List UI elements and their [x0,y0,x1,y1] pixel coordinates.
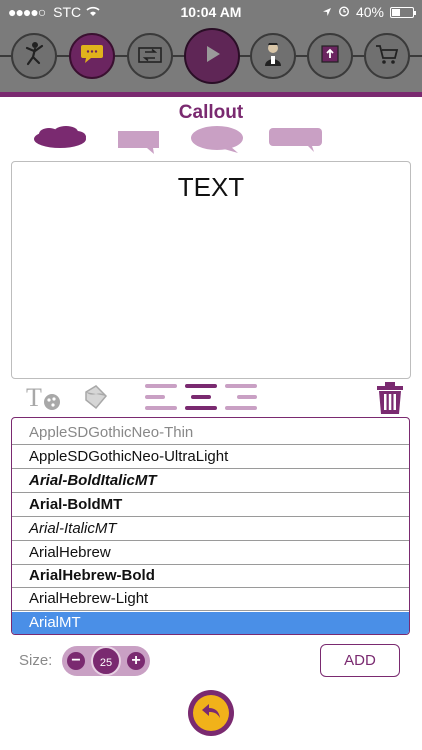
person-icon [260,40,286,73]
alarm-clock-icon [338,4,350,20]
upload-icon [317,41,343,72]
dancer-icon [20,40,48,73]
page-title: Callout [178,102,244,123]
delete-button[interactable] [376,381,404,420]
battery-icon [390,6,416,18]
callout-text-area[interactable]: TEXT [11,161,411,379]
align-left-button[interactable] [145,380,179,414]
back-arrow-icon [200,702,222,725]
svg-text:T: T [26,383,42,412]
size-value: 25 [91,646,121,676]
add-button[interactable]: ADD [320,644,400,677]
rounded-rectangle-shape-option[interactable] [268,127,324,158]
back-button[interactable] [188,690,234,736]
font-list-item[interactable]: ArialHebrew [12,542,409,565]
swap-icon [136,42,164,71]
font-list-item[interactable]: Arial-BoldItalicMT [12,470,409,493]
format-controls: T [0,380,422,416]
font-list-item[interactable]: Arial-ItalicMT [12,518,409,541]
callout-shape-picker [0,125,422,155]
speech-bubble-icon [79,43,105,70]
toolbar-divider [0,92,422,97]
play-tool-button[interactable] [184,28,240,84]
rectangle-shape-option[interactable] [117,130,161,161]
text-color-button[interactable]: T [26,382,62,417]
font-list-item[interactable]: ArialHebrew-Light [12,588,409,611]
fill-color-button[interactable] [80,382,110,417]
cart-icon [373,41,401,72]
font-list-item-selected[interactable]: ArialMT [12,612,409,634]
callout-editor-screen: ●●●●○ STC 10:04 AM 40% Callout TEXT T Ap… [0,0,422,750]
font-list-item[interactable]: ArialHebrew-Bold [12,565,409,588]
decrease-size-button[interactable]: − [67,652,85,670]
play-icon [201,43,223,70]
size-label: Size: [19,652,53,669]
status-bar: ●●●●○ STC 10:04 AM 40% [0,0,422,24]
battery-percent: 40% [355,4,384,20]
paint-bucket-icon [80,385,110,416]
avatar-tool-button[interactable] [250,33,296,79]
oval-shape-option[interactable] [190,125,246,160]
size-stepper: − 25 + [62,646,150,676]
location-arrow-icon [322,4,332,20]
font-list[interactable]: AppleSDGothicNeo-Thin AppleSDGothicNeo-U… [11,417,410,635]
export-tool-button[interactable] [307,33,353,79]
top-bar: ●●●●○ STC 10:04 AM 40% [0,0,422,92]
transition-tool-button[interactable] [127,33,173,79]
text-color-icon: T [26,383,62,416]
increase-size-button[interactable]: + [127,652,145,670]
font-list-item[interactable]: AppleSDGothicNeo-Thin [12,422,409,445]
callout-text: TEXT [177,172,245,202]
font-list-item[interactable]: AppleSDGothicNeo-UltraLight [12,446,409,469]
align-center-button[interactable] [185,380,219,414]
align-right-button[interactable] [225,380,259,414]
character-tool-button[interactable] [11,33,57,79]
callout-tool-button[interactable] [69,33,115,79]
cloud-shape-option[interactable] [31,125,89,156]
store-tool-button[interactable] [364,33,410,79]
font-list-item[interactable]: Arial-BoldMT [12,494,409,517]
